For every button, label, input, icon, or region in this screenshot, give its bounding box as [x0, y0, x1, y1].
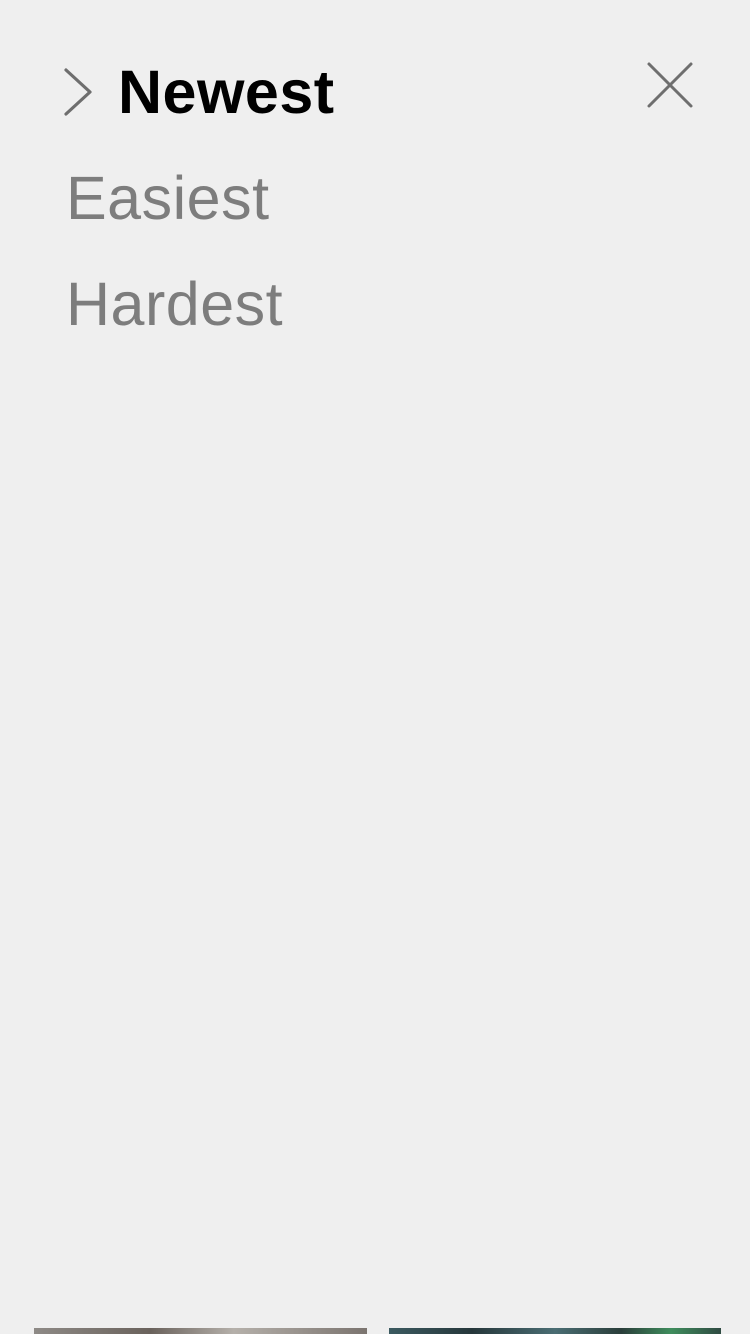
close-icon [647, 62, 693, 108]
content-thumbnail[interactable] [389, 1328, 721, 1334]
sort-option-hardest[interactable]: Hardest [66, 264, 283, 344]
chevron-right-icon [64, 68, 92, 116]
sort-menu: Newest Easiest Hardest [0, 0, 750, 1334]
sort-option-newest[interactable]: Newest [58, 52, 335, 132]
sort-option-label: Hardest [66, 270, 284, 338]
close-button[interactable] [640, 55, 700, 115]
sort-option-label: Newest [118, 58, 335, 126]
sort-option-label: Easiest [66, 164, 270, 232]
sort-option-easiest[interactable]: Easiest [66, 158, 270, 238]
content-thumbnail[interactable] [34, 1328, 367, 1334]
